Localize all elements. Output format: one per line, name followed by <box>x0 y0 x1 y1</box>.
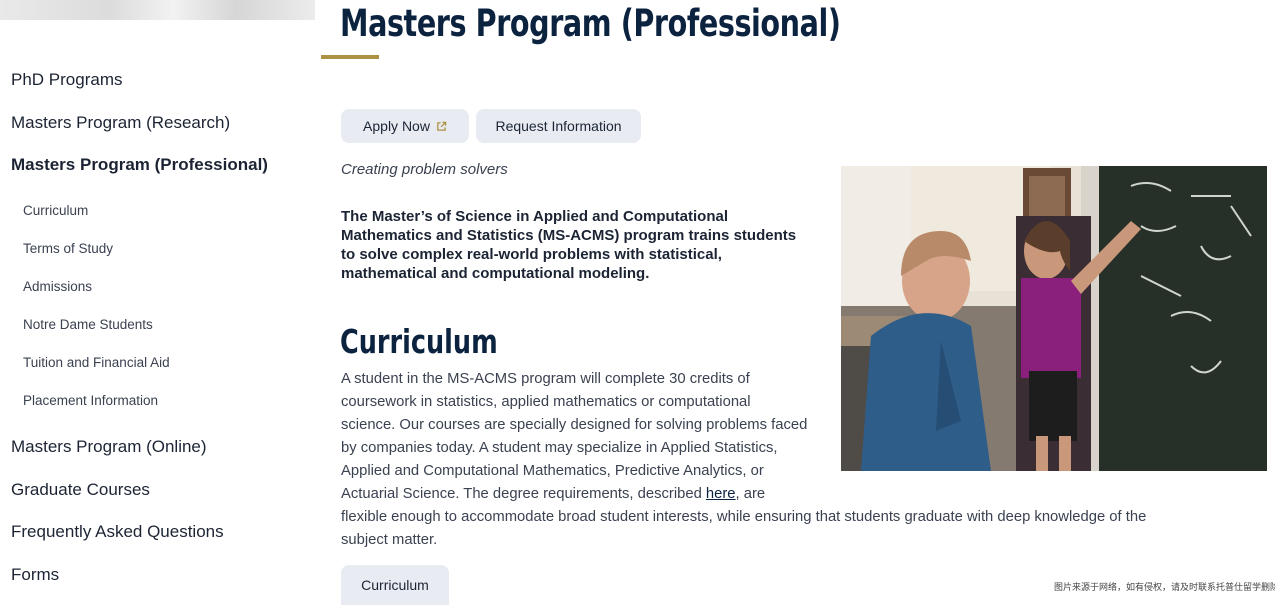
watermark-text: 图片来源于网络，如有侵权，请及时联系托普仕留学删除 <box>1054 582 1275 592</box>
body-line-with-link: Actuarial Science. The degree requiremen… <box>341 483 1146 506</box>
body-text-fragment: Actuarial Science. The degree requiremen… <box>341 486 706 502</box>
intro-line: mathematical and computational modeling. <box>341 265 650 282</box>
intro-line: to solve complex real-world problems wit… <box>341 246 722 263</box>
tagline: Creating problem solvers <box>341 161 508 178</box>
sidebar-subitem-tuition-financial-aid[interactable]: Tuition and Financial Aid <box>23 355 170 370</box>
curriculum-heading: Curriculum <box>340 322 498 361</box>
sidebar-item-forms[interactable]: Forms <box>11 565 59 585</box>
intro-line: The Master’s of Science in Applied and C… <box>341 208 728 225</box>
sidebar-subitem-notre-dame-students[interactable]: Notre Dame Students <box>23 317 153 332</box>
sidebar-item-masters-professional[interactable]: Masters Program (Professional) <box>11 155 268 175</box>
sidebar-subitem-admissions[interactable]: Admissions <box>23 279 92 294</box>
sidebar-subitem-placement-information[interactable]: Placement Information <box>23 393 158 408</box>
sidebar-item-graduate-courses[interactable]: Graduate Courses <box>11 480 150 500</box>
title-underline <box>321 55 379 59</box>
sidebar-item-masters-online[interactable]: Masters Program (Online) <box>11 437 207 457</box>
sidebar-subitem-curriculum[interactable]: Curriculum <box>23 203 88 218</box>
sidebar-item-phd-programs[interactable]: PhD Programs <box>11 70 122 90</box>
degree-requirements-link[interactable]: here <box>706 486 736 502</box>
sidebar-item-masters-research[interactable]: Masters Program (Research) <box>11 113 230 133</box>
request-information-button[interactable]: Request Information <box>476 109 641 143</box>
intro-line: Mathematics and Statistics (MS-ACMS) pro… <box>341 227 797 244</box>
apply-now-label: Apply Now <box>363 118 430 134</box>
page-title: Masters Program (Professional) <box>340 2 841 45</box>
sidebar-item-faq[interactable]: Frequently Asked Questions <box>11 522 224 542</box>
curriculum-button[interactable]: Curriculum <box>341 565 449 605</box>
sidebar-subitem-terms-of-study[interactable]: Terms of Study <box>23 241 113 256</box>
sidebar-banner-image <box>0 0 315 20</box>
apply-now-button[interactable]: Apply Now <box>341 109 469 143</box>
classroom-photo <box>841 166 1267 471</box>
body-text-fragment: , are <box>735 486 766 502</box>
body-line: subject matter. <box>341 532 438 548</box>
intro-paragraph: The Master’s of Science in Applied and C… <box>341 207 823 283</box>
external-link-icon <box>437 121 447 131</box>
body-line: flexible enough to accommodate broad stu… <box>341 509 1147 525</box>
